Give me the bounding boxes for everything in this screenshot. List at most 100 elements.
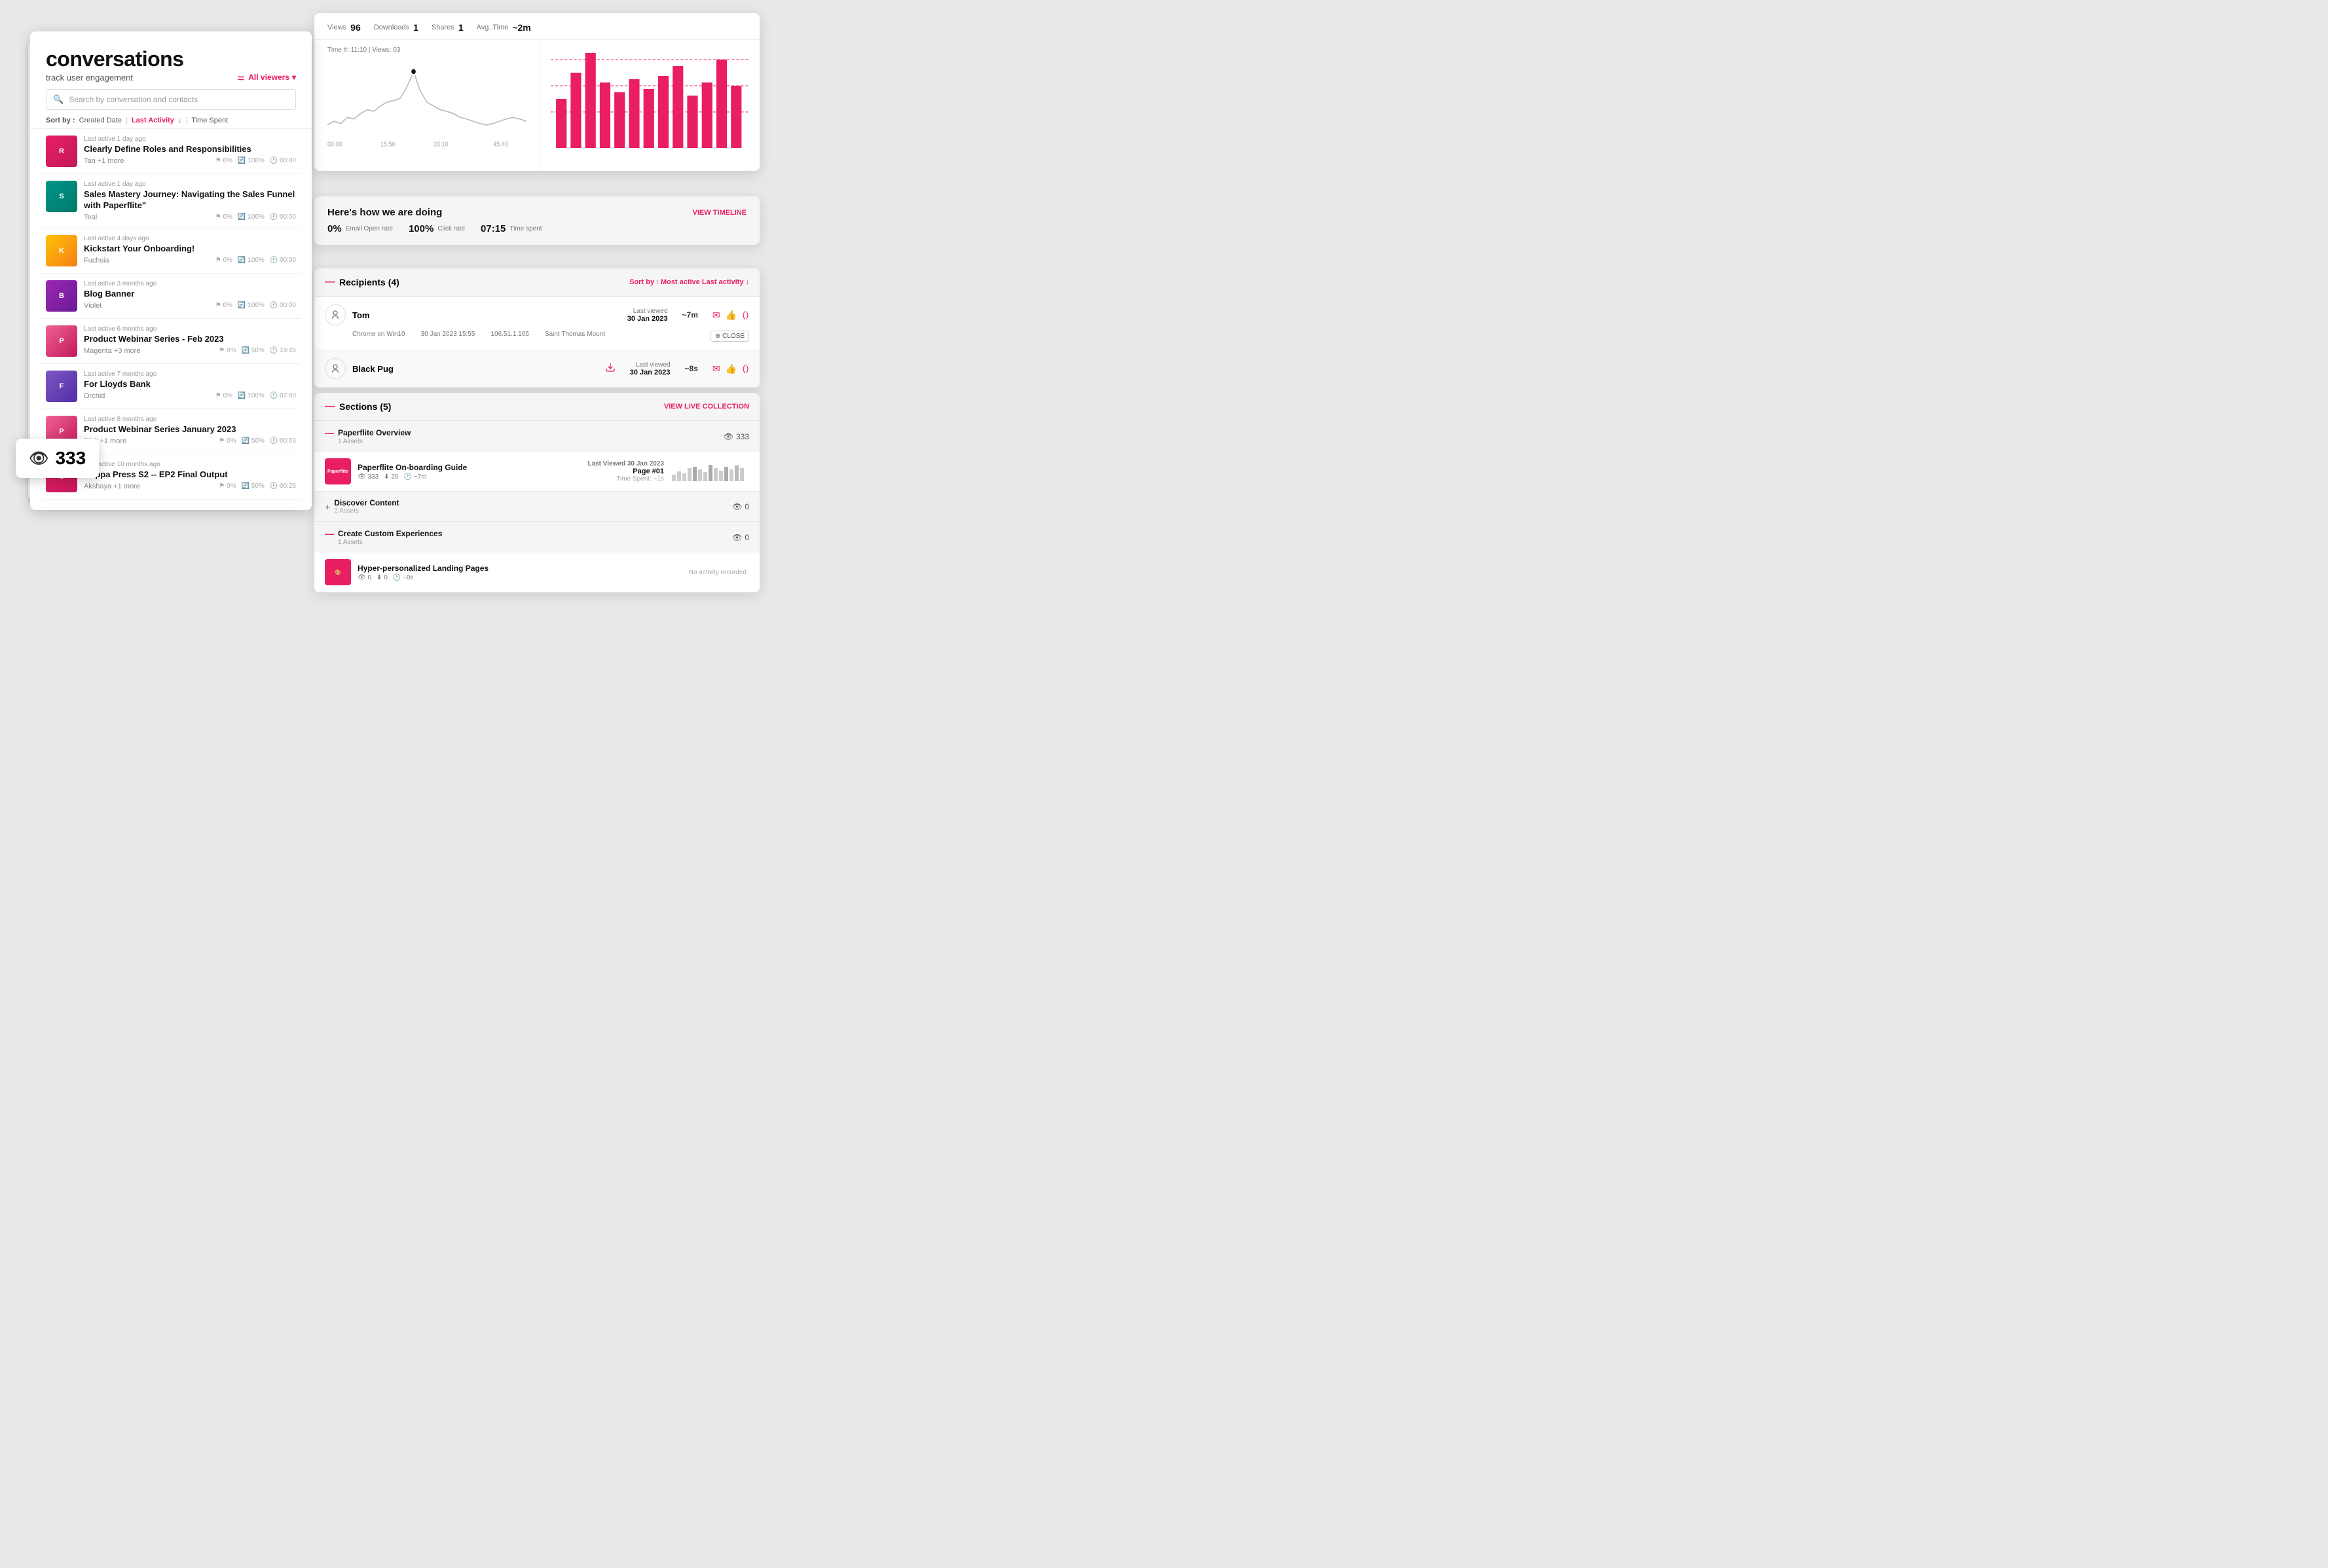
- custom-views: 👁 0: [732, 533, 749, 542]
- conversation-item-1[interactable]: R Last active 1 day ago Clearly Define R…: [41, 129, 301, 174]
- sort-time-spent[interactable]: Time Spent: [191, 117, 228, 124]
- collapse-icon-custom[interactable]: —: [325, 528, 334, 539]
- tom-actions[interactable]: ✉ 👍 ⟨⟩: [712, 310, 749, 321]
- close-button-tom[interactable]: ⊕ CLOSE: [711, 331, 749, 342]
- conv-meta-7: Pink +1 more ⚑ 0% 🔄 50% 🕐 00:03: [84, 437, 296, 445]
- asset-mini-chart: [671, 462, 749, 481]
- section-row-overview: — Paperflite Overview 1 Assets 👁 333: [314, 421, 760, 452]
- engagement-title: Here's how we are doing: [327, 207, 442, 218]
- blackpug-actions[interactable]: ✉ 👍 ⟨⟩: [712, 363, 749, 374]
- analytics-stats-row: Views 96 Downloads 1 Shares 1 Avg. Time …: [314, 13, 760, 40]
- stat-click-7: 🔄 50%: [241, 437, 264, 445]
- stat-click-4: 🔄 100%: [238, 302, 265, 309]
- conv-info-6: Last active 7 months ago For Lloyds Bank…: [84, 371, 296, 400]
- sort-created-date[interactable]: Created Date: [79, 117, 122, 124]
- conversation-item-3[interactable]: K Last active 4 days ago Kickstart Your …: [41, 228, 301, 274]
- section-label-overview[interactable]: — Paperflite Overview: [325, 428, 411, 438]
- expand-icon-discover[interactable]: +: [325, 501, 330, 512]
- tom-viewed-label: Last viewed: [627, 308, 668, 315]
- views-count: 333: [55, 448, 86, 469]
- timeline-label: Time #: 11:10 | Views: 03: [327, 46, 527, 54]
- conv-title-2: Sales Mastery Journey: Navigating the Sa…: [84, 189, 296, 211]
- conversation-item-5[interactable]: P Last active 6 months ago Product Webin…: [41, 319, 301, 364]
- engagement-panel: Here's how we are doing VIEW TIMELINE 0%…: [314, 196, 760, 245]
- sections-header: — Sections (5) VIEW LIVE COLLECTION: [314, 393, 760, 421]
- conv-time-7: Last active 8 months ago: [84, 416, 296, 423]
- stat-click-3: 🔄 100%: [238, 257, 265, 264]
- eng-label-0: Email Open rate: [346, 225, 393, 232]
- conv-time-6: Last active 7 months ago: [84, 371, 296, 378]
- tom-datetime: 30 Jan 2023 15:55: [421, 331, 475, 342]
- blackpug-viewed-label: Last viewed: [630, 361, 671, 369]
- conversation-item-6[interactable]: F Last active 7 months ago For Lloyds Ba…: [41, 364, 301, 409]
- svg-text:15:50: 15:50: [380, 141, 396, 148]
- stat-value-2: 1: [458, 22, 464, 33]
- share-icon-2[interactable]: ⟨⟩: [742, 363, 749, 374]
- chevron-down-icon: ▾: [292, 73, 296, 82]
- stat-time-6: 🕐 07:00: [270, 392, 296, 399]
- stat-open-2: ⚑ 0%: [215, 213, 232, 221]
- recipient-row-tom: Tom Last viewed 30 Jan 2023 ~7m ✉ 👍 ⟨⟩ C…: [314, 297, 760, 350]
- conv-meta-6: Orchid ⚑ 0% 🔄 100% 🕐 07:00: [84, 392, 296, 400]
- conv-stats-5: ⚑ 0% 🔄 50% 🕐 19:45: [219, 347, 296, 354]
- eng-stat-2: 07:15 Time spent: [481, 223, 542, 234]
- stat-open-3: ⚑ 0%: [215, 257, 232, 264]
- tom-ip: 106.51.1.105: [490, 331, 528, 342]
- conv-time-5: Last active 6 months ago: [84, 325, 296, 333]
- conv-title-7: Product Webinar Series January 2023: [84, 424, 296, 435]
- stat-value-0: 96: [350, 22, 361, 33]
- conv-thumb-1: R: [46, 136, 77, 167]
- stat-label-0: Views: [327, 24, 346, 31]
- conv-thumb-4: B: [46, 280, 77, 312]
- sort-last-activity[interactable]: Last Activity: [132, 117, 174, 124]
- recipients-title: — Recipients (4): [325, 276, 399, 288]
- conv-meta-8: Akshaya +1 more ⚑ 0% 🔄 50% 🕐 00:26: [84, 483, 296, 490]
- section-dash-icon: —: [325, 276, 335, 288]
- chart-area: Time #: 11:10 | Views: 03 00:00 15:50 28…: [314, 40, 760, 171]
- recipient-name-tom: Tom: [352, 310, 483, 320]
- conv-thumb-2: S: [46, 181, 77, 212]
- stat-click-5: 🔄 50%: [241, 347, 264, 354]
- conv-stats-8: ⚑ 0% 🔄 50% 🕐 00:26: [219, 483, 296, 490]
- section-row-custom: — Create Custom Experiences 1 Assets 👁 0: [314, 522, 760, 553]
- discover-label[interactable]: + Discover Content 2 Assets: [325, 498, 399, 515]
- recipients-sort: Sort by : Most active Last activity ↓: [629, 278, 749, 286]
- conv-tag-6: Orchid: [84, 392, 105, 400]
- recipient-name-blackpug: Black Pug: [352, 364, 472, 374]
- search-input[interactable]: Search by conversation and contacts: [69, 95, 198, 104]
- recipient-row-blackpug: Black Pug Last viewed 30 Jan 2023 ~8s ✉ …: [314, 350, 760, 388]
- share-icon[interactable]: ⟨⟩: [742, 310, 749, 321]
- thumb-icon-2[interactable]: 👍: [726, 363, 737, 374]
- view-collection-button[interactable]: VIEW LIVE COLLECTION: [664, 403, 749, 410]
- collapse-icon[interactable]: —: [325, 428, 334, 438]
- asset-time-guide: 🕐 ~7m: [403, 473, 426, 481]
- analytics-stat-views: Views 96: [327, 22, 361, 33]
- view-timeline-button[interactable]: VIEW TIMELINE: [693, 209, 747, 217]
- eng-value-2: 07:15: [481, 223, 506, 234]
- conversation-item-2[interactable]: S Last active 1 day ago Sales Mastery Jo…: [41, 174, 301, 228]
- asset-row-guide: Paperflite Paperflite On-boarding Guide …: [314, 452, 760, 491]
- sort-row: Sort by : Created Date | Last Activity ↓…: [30, 110, 312, 129]
- conv-tag-4: Violet: [84, 302, 102, 310]
- asset-info-guide: Paperflite On-boarding Guide 👁 333 ⬇ 20 …: [358, 463, 581, 481]
- sections-title: — Sections (5): [325, 401, 391, 412]
- landing-views: 👁 0: [358, 574, 371, 581]
- filter-icon: ⚌: [238, 73, 245, 82]
- sort-label: Sort by :: [46, 117, 75, 124]
- bar-chart-area: [540, 40, 760, 171]
- landing-time: 🕐 ~0s: [393, 574, 414, 581]
- conv-stats-7: ⚑ 0% 🔄 50% 🕐 00:03: [219, 437, 296, 445]
- stat-open-4: ⚑ 0%: [215, 302, 232, 309]
- all-viewers-button[interactable]: ⚌ All viewers ▾: [238, 73, 297, 82]
- stat-label-3: Avg. Time: [477, 24, 509, 31]
- stat-click-6: 🔄 100%: [238, 392, 265, 399]
- conv-stats-2: ⚑ 0% 🔄 100% 🕐 00:00: [215, 213, 296, 221]
- search-bar[interactable]: 🔍 Search by conversation and contacts: [46, 89, 296, 110]
- email-icon-2[interactable]: ✉: [712, 363, 720, 374]
- thumb-icon[interactable]: 👍: [726, 310, 737, 321]
- landing-downloads: ⬇ 0: [377, 574, 388, 581]
- conv-info-2: Last active 1 day ago Sales Mastery Jour…: [84, 181, 296, 221]
- conversation-item-4[interactable]: B Last active 3 months ago Blog Banner V…: [41, 274, 301, 319]
- section-label-custom[interactable]: — Create Custom Experiences: [325, 528, 442, 539]
- email-icon[interactable]: ✉: [712, 310, 720, 321]
